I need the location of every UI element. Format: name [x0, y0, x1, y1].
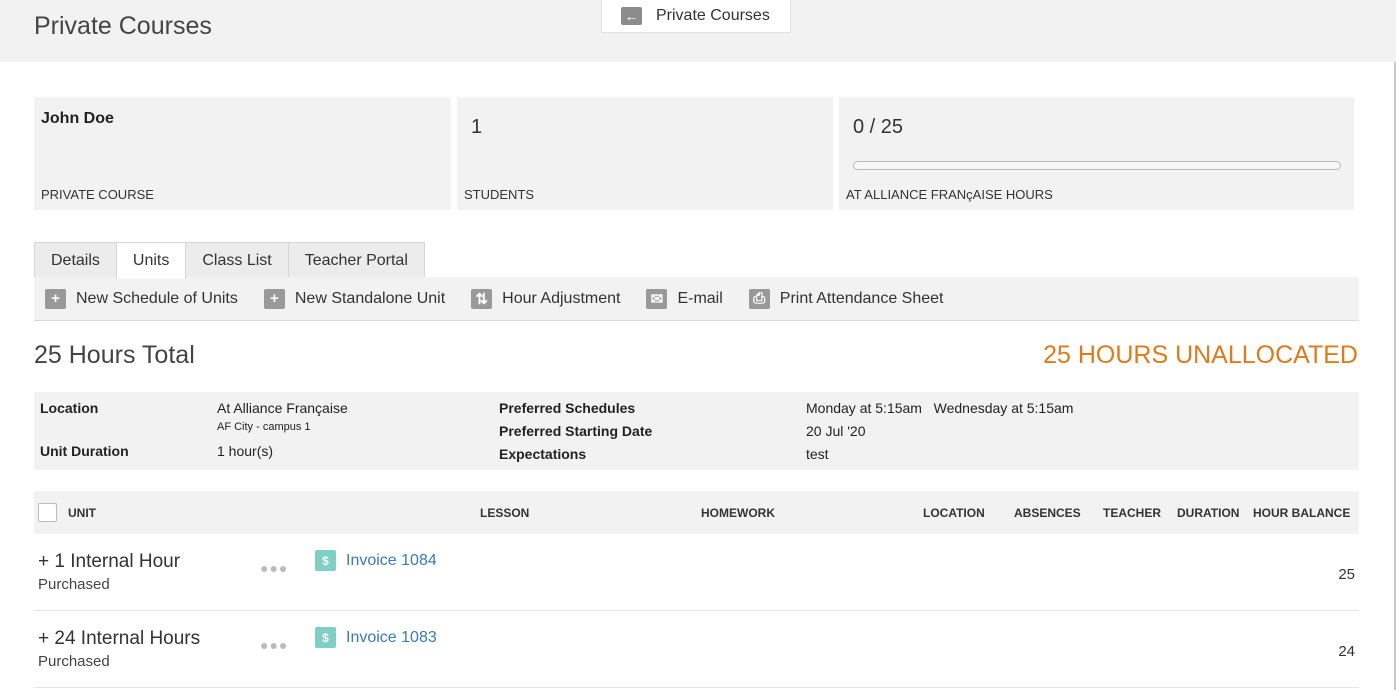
envelope-icon: ✉: [646, 288, 668, 309]
printer-icon: ⎙: [748, 288, 770, 309]
units-toolbar: + New Schedule of Units + New Standalone…: [34, 277, 1359, 321]
arrow-left-icon: ←: [621, 7, 642, 25]
hour-balance: 24: [1338, 643, 1355, 660]
expectations-label: Expectations: [499, 446, 587, 462]
students-label: STUDENTS: [464, 187, 535, 202]
select-all-checkbox[interactable]: [38, 503, 57, 522]
unit-duration-value: 1 hour(s): [217, 443, 274, 459]
course-type-label: PRIVATE COURSE: [41, 187, 154, 202]
expectations-value: test: [806, 446, 829, 462]
new-schedule-of-units-button[interactable]: + New Schedule of Units: [45, 288, 238, 309]
back-button-label: Private Courses: [656, 7, 770, 24]
hours-card: 0 / 25 AT ALLIANCE FRANçAISE HOURS: [839, 97, 1354, 210]
print-attendance-sheet-button[interactable]: ⎙ Print Attendance Sheet: [748, 288, 944, 309]
column-unit: UNIT: [68, 506, 96, 520]
tab-bar: Details Units Class List Teacher Portal: [34, 242, 425, 279]
location-campus: AF City - campus 1: [217, 421, 311, 433]
preferred-start-value: 20 Jul '20: [806, 423, 866, 439]
column-duration: DURATION: [1177, 506, 1240, 520]
column-teacher: TEACHER: [1103, 506, 1162, 520]
unit-status: Purchased: [38, 653, 110, 670]
tab-details[interactable]: Details: [34, 242, 117, 278]
email-button[interactable]: ✉ E-mail: [646, 288, 723, 309]
column-hour-balance: HOUR BALANCE: [1253, 506, 1351, 520]
hours-progress-bar: [853, 161, 1341, 170]
page-title: Private Courses: [34, 12, 212, 40]
course-info-panel: Location At Alliance Française AF City -…: [34, 392, 1359, 470]
new-standalone-unit-button[interactable]: + New Standalone Unit: [263, 288, 446, 309]
email-label: E-mail: [677, 289, 723, 307]
back-to-private-courses-button[interactable]: ← Private Courses: [601, 0, 791, 33]
students-card: 1 STUDENTS: [457, 97, 833, 210]
top-header: Private Courses ← Private Courses: [0, 0, 1396, 62]
more-dots-icon[interactable]: ●●●: [260, 637, 288, 653]
plus-icon: +: [45, 288, 66, 309]
unit-title: + 24 Internal Hours: [38, 628, 201, 649]
tab-class-list[interactable]: Class List: [185, 242, 289, 278]
more-dots-icon[interactable]: ●●●: [260, 560, 288, 576]
dollar-document-icon: $: [315, 550, 336, 571]
plus-icon: +: [263, 288, 285, 309]
new-standalone-label: New Standalone Unit: [294, 289, 446, 307]
hour-balance: 25: [1338, 566, 1355, 583]
hours-value: 0 / 25: [853, 116, 904, 138]
unit-duration-label: Unit Duration: [40, 443, 129, 459]
column-absences: ABSENCES: [1014, 506, 1081, 520]
invoice-link-text[interactable]: Invoice 1084: [346, 552, 437, 570]
unit-title: + 1 Internal Hour: [38, 551, 181, 572]
location-label: Location: [40, 400, 99, 416]
hour-adjustment-button[interactable]: ⇅ Hour Adjustment: [471, 288, 621, 309]
location-value: At Alliance Française: [217, 400, 348, 416]
hours-total: 25 Hours Total: [34, 341, 195, 369]
column-homework: HOMEWORK: [701, 506, 775, 520]
preferred-schedules-value: Monday at 5:15am Wednesday at 5:15am: [806, 400, 1074, 416]
preferred-schedules-label: Preferred Schedules: [499, 400, 636, 416]
hours-unallocated: 25 HOURS UNALLOCATED: [1043, 341, 1358, 369]
new-schedule-label: New Schedule of Units: [76, 289, 238, 307]
hour-adjustment-label: Hour Adjustment: [502, 289, 621, 307]
student-name: John Doe: [41, 110, 114, 127]
table-row: + 1 Internal Hour Purchased ●●● $ Invoic…: [34, 534, 1359, 611]
print-attendance-label: Print Attendance Sheet: [779, 289, 944, 307]
preferred-start-label: Preferred Starting Date: [499, 423, 653, 439]
tab-units[interactable]: Units: [115, 242, 187, 279]
invoice-link-text[interactable]: Invoice 1083: [346, 629, 437, 647]
swap-arrows-icon: ⇅: [471, 288, 493, 309]
column-location: LOCATION: [923, 506, 985, 520]
invoice-link[interactable]: $ Invoice 1084: [315, 550, 437, 571]
units-table-header: UNIT LESSON HOMEWORK LOCATION ABSENCES T…: [34, 491, 1359, 534]
invoice-link[interactable]: $ Invoice 1083: [315, 627, 437, 648]
column-lesson: LESSON: [480, 506, 530, 520]
tab-teacher-portal[interactable]: Teacher Portal: [287, 242, 425, 278]
table-row: + 24 Internal Hours Purchased ●●● $ Invo…: [34, 611, 1359, 688]
course-name-card: John Doe PRIVATE COURSE: [34, 97, 451, 210]
hours-label: AT ALLIANCE FRANçAISE HOURS: [846, 187, 1053, 202]
students-count: 1: [471, 116, 483, 138]
dollar-document-icon: $: [315, 627, 336, 648]
unit-status: Purchased: [38, 576, 110, 593]
